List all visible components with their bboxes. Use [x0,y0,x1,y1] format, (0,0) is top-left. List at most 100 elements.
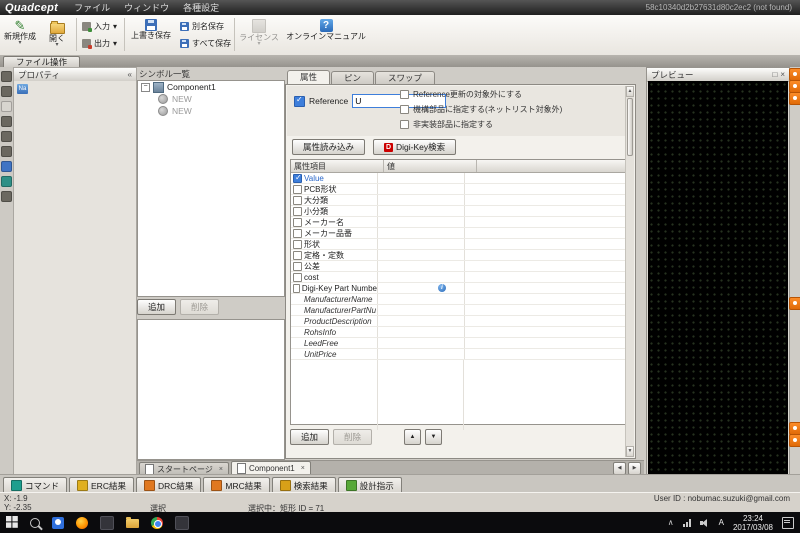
search-icon[interactable] [30,517,40,528]
option-checkbox[interactable] [400,105,409,114]
table-row[interactable]: ManufacturerName [291,294,627,305]
table-row[interactable]: cost [291,272,627,283]
attribute-add-button[interactable]: 追加 [290,429,330,445]
attr-value-cell[interactable] [378,217,465,227]
volume-icon[interactable] [699,518,710,527]
menu-settings[interactable]: 各種設定 [183,1,219,14]
attr-value-cell[interactable] [378,239,465,249]
table-row[interactable]: メーカー品番 [291,228,627,239]
table-row[interactable]: 大分類 [291,195,627,206]
overlay-capture-icon[interactable] [789,434,800,447]
attr-value-cell[interactable] [378,184,465,194]
overlay-capture-icon[interactable] [789,92,800,105]
option-unmounted-part[interactable]: 非実装部品に指定する [400,119,562,130]
row-checkbox[interactable] [293,239,302,249]
column-header-name[interactable]: 属性項目 [291,160,384,172]
attr-value-cell[interactable] [378,305,465,315]
scroll-up-icon[interactable]: ▲ [626,86,634,97]
page-tool-icon[interactable] [1,101,12,112]
digikey-search-button[interactable]: D Digi-Key検索 [373,139,457,155]
output-button[interactable]: 出力 ▾ [80,36,119,51]
table-row-digikey[interactable]: Digi-Key Part Numbe i [291,283,627,294]
row-checkbox[interactable] [293,217,302,227]
move-up-icon[interactable]: ▲ [404,429,422,445]
windows-start-icon[interactable] [6,515,18,530]
tray-expand-icon[interactable]: ∧ [668,518,674,527]
row-checkbox[interactable] [293,283,300,293]
attribute-load-button[interactable]: 属性読み込み [292,139,366,155]
ime-language-indicator[interactable]: A [719,518,724,527]
table-row[interactable]: 定格・定数 [291,250,627,261]
app-icon[interactable] [100,515,114,530]
table-row[interactable]: 小分類 [291,206,627,217]
input-button[interactable]: 入力 ▾ [80,19,119,34]
tab-erc-results[interactable]: ERC結果 [69,477,134,493]
column-header-extra[interactable] [477,160,627,172]
table-row[interactable]: ProductDescription [291,316,627,327]
open-button[interactable]: 開く ▾ [42,17,72,54]
row-checkbox[interactable] [293,195,302,205]
tab-command[interactable]: コマンド [3,477,68,493]
tree-item-symbol[interactable]: NEW [138,93,284,105]
attr-value-cell[interactable] [378,195,465,205]
scrollbar-thumb[interactable] [627,98,633,156]
attr-value-cell[interactable] [378,294,465,304]
chrome-icon[interactable] [151,516,163,529]
tab-swap[interactable]: スワップ [375,71,436,85]
row-checkbox[interactable] [293,184,302,194]
property-item-icon[interactable]: Na [17,84,28,94]
app-icon[interactable] [175,515,189,530]
attr-value-cell[interactable] [378,349,465,359]
close-icon[interactable]: × [780,70,785,79]
column-header-value[interactable]: 値 [384,160,477,172]
row-checkbox[interactable] [293,272,302,282]
preview-canvas[interactable] [648,81,788,474]
menu-window[interactable]: ウィンドウ [124,1,169,14]
table-row[interactable]: メーカー名 [291,217,627,228]
clock[interactable]: 23:24 2017/03/08 [733,514,773,532]
tab-pins[interactable]: ピン [331,71,375,85]
settings-gear-icon[interactable] [1,176,12,187]
row-checkbox[interactable] [293,173,302,183]
pin-icon[interactable]: □ [772,70,777,79]
symbol-add-button[interactable]: 追加 [137,299,177,315]
row-checkbox[interactable] [293,206,302,216]
scroll-down-icon[interactable]: ▼ [626,446,634,457]
misc-tool-icon[interactable] [1,191,12,202]
reference-checkbox[interactable] [294,95,305,107]
close-icon[interactable]: × [301,465,305,472]
info-icon[interactable]: i [438,284,446,292]
attr-value-cell[interactable] [378,316,465,326]
tab-mrc-results[interactable]: MRC結果 [203,477,270,493]
attr-value-cell[interactable]: i [378,283,465,293]
row-checkbox[interactable] [293,228,302,238]
tree-item-symbol[interactable]: NEW [138,105,284,117]
collapse-panel-icon[interactable]: « [128,70,132,79]
network-icon[interactable] [682,518,691,527]
table-row[interactable]: 公差 [291,261,627,272]
overwrite-save-button[interactable]: 上書き保存 [128,17,174,54]
action-center-icon[interactable] [782,516,794,529]
menu-file[interactable]: ファイル [74,1,110,14]
option-mechanical-part[interactable]: 機構部品に指定する(ネットリスト対象外) [400,104,562,115]
option-checkbox[interactable] [400,90,409,99]
grid-tool-icon[interactable] [1,131,12,142]
attr-value-cell[interactable] [378,261,465,271]
tab-drc-results[interactable]: DRC結果 [135,477,202,493]
attr-value-cell[interactable] [378,228,465,238]
table-row[interactable]: RohsInfo [291,327,627,338]
save-as-button[interactable]: 別名保存 [178,19,226,34]
file-explorer-icon[interactable] [126,517,139,528]
firefox-icon[interactable] [76,516,88,529]
option-checkbox[interactable] [400,120,409,129]
tree-item-component[interactable]: − Component1 [138,81,284,93]
tree-expander-icon[interactable]: − [141,82,150,92]
online-manual-button[interactable]: ? オンラインマニュアル [284,17,368,54]
tab-component1[interactable]: Component1 × [230,461,311,475]
attr-value-cell[interactable] [378,272,465,282]
row-checkbox[interactable] [293,250,302,260]
move-down-icon[interactable]: ▼ [425,429,443,445]
attr-value-cell[interactable] [378,338,465,348]
window-tool-icon[interactable] [1,71,12,82]
layers-tool-icon[interactable] [1,116,12,127]
